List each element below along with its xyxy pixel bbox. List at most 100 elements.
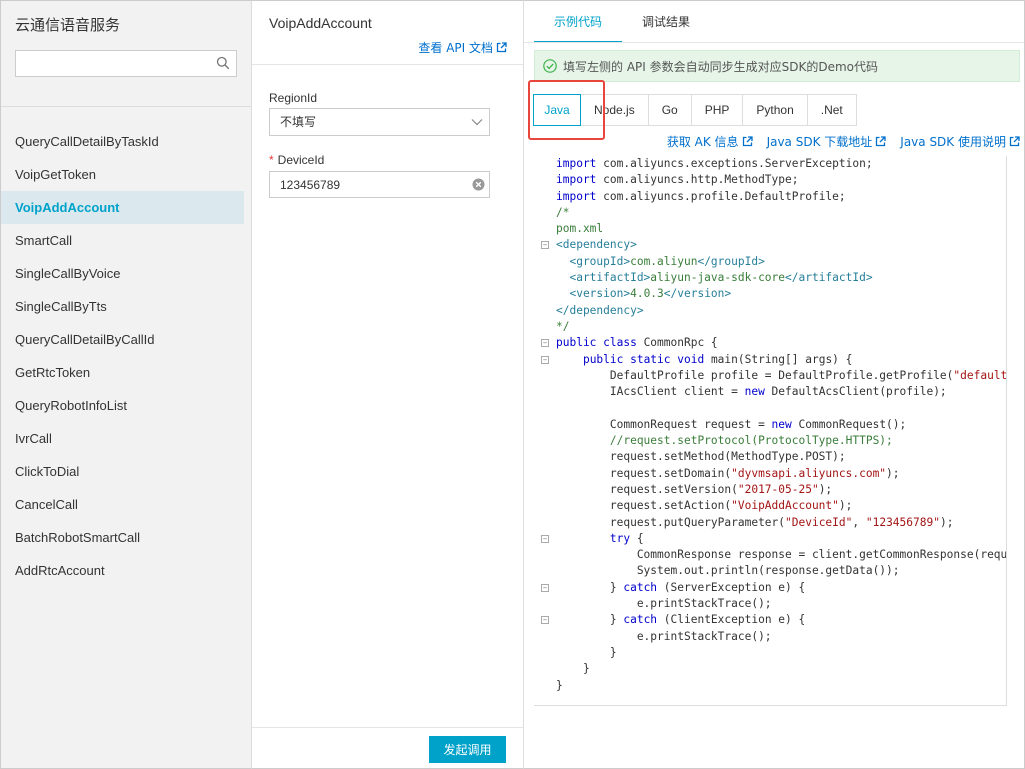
code-line: e.printStackTrace(); — [534, 596, 1006, 612]
code-line: import com.aliyuncs.profile.DefaultProfi… — [534, 189, 1006, 205]
code-token: CommonRequest(); — [791, 417, 907, 431]
code-token: System.out.println(response.getData()); — [556, 564, 900, 578]
code-token: aliyun-java-sdk-core — [650, 271, 786, 285]
code-token: "default" — [953, 368, 1007, 382]
sidebar-item-voipaddaccount[interactable]: VoipAddAccount — [1, 191, 244, 224]
fold-toggle-icon[interactable]: − — [541, 339, 549, 348]
sidebar-item-voipgettoken[interactable]: VoipGetToken — [1, 158, 244, 191]
code-line: request.setAction("VoipAddAccount"); — [534, 498, 1006, 514]
sidebar-item-smartcall[interactable]: SmartCall — [1, 224, 244, 257]
sdk-guide-link-label: Java SDK 使用说明 — [900, 135, 1006, 149]
code-token: } — [556, 580, 624, 594]
code-token: */ — [556, 319, 570, 333]
code-line: − public class CommonRpc { — [534, 335, 1006, 351]
sidebar-item-addrtcaccount[interactable]: AddRtcAccount — [1, 554, 244, 587]
search-icon[interactable] — [216, 56, 230, 70]
code-token: public static void — [582, 352, 705, 366]
code-token: (ClientException e) { — [657, 613, 806, 627]
sidebar-item-queryrobotinfolist[interactable]: QueryRobotInfoList — [1, 389, 244, 422]
code-line: </dependency> — [534, 303, 1006, 319]
sidebar-item-cancelcall[interactable]: CancelCall — [1, 488, 244, 521]
tab-debug-result[interactable]: 调试结果 — [622, 1, 710, 43]
lang-tab-go[interactable]: Go — [647, 94, 692, 126]
chevron-down-icon — [471, 119, 483, 126]
lang-tab-dotnet[interactable]: .Net — [806, 94, 857, 126]
code-token: } — [556, 678, 563, 692]
code-token: import — [556, 157, 597, 170]
code-line: request.setMethod(MethodType.POST); — [534, 449, 1006, 465]
fold-toggle-icon[interactable]: − — [541, 616, 549, 625]
code-token: ); — [838, 499, 853, 513]
code-token: catch — [623, 580, 658, 594]
code-token: /* — [556, 205, 570, 219]
fold-toggle-icon[interactable]: − — [541, 534, 549, 543]
code-token: { — [630, 531, 644, 545]
code-token: <version> — [556, 287, 631, 301]
code-token: ); — [939, 515, 954, 529]
sidebar-item-clicktodial[interactable]: ClickToDial — [1, 455, 244, 488]
code-token: </version> — [663, 287, 732, 301]
clear-icon[interactable] — [472, 178, 485, 191]
api-doc-link[interactable]: 查看 API 文档 — [418, 39, 507, 56]
api-list: QueryCallDetailByTaskId VoipGetToken Voi… — [1, 125, 244, 587]
fold-toggle-icon[interactable]: − — [541, 583, 549, 592]
device-label-text: DeviceId — [277, 153, 325, 167]
device-field[interactable] — [269, 171, 490, 198]
code-token: CommonRequest request = — [556, 417, 772, 431]
submit-call-button[interactable]: 发起调用 — [429, 736, 506, 763]
get-ak-link[interactable]: 获取 AK 信息 — [667, 133, 753, 150]
code-token: com.aliyuncs.http.MethodType; — [596, 173, 799, 187]
sync-notice-text: 填写左侧的 API 参数会自动同步生成对应SDK的Demo代码 — [563, 59, 878, 74]
code-token: , — [852, 515, 866, 529]
code-token: "VoipAddAccount" — [731, 499, 839, 513]
external-link-icon — [876, 136, 886, 147]
code-token: "123456789" — [865, 515, 940, 529]
code-line: /* — [534, 205, 1006, 221]
code-token: ); — [818, 482, 833, 496]
sidebar-item-batchrobotsmartcall[interactable]: BatchRobotSmartCall — [1, 521, 244, 554]
api-title: VoipAddAccount — [269, 15, 372, 31]
code-token: <artifactId> — [556, 271, 651, 285]
fold-toggle-icon[interactable]: − — [541, 355, 549, 364]
code-token: catch — [623, 613, 658, 627]
device-label: * DeviceId — [269, 153, 324, 167]
sidebar-item-querycalldetailbytaskid[interactable]: QueryCallDetailByTaskId — [1, 125, 244, 158]
sidebar-item-ivrcall[interactable]: IvrCall — [1, 422, 244, 455]
search-box[interactable] — [15, 50, 237, 77]
tab-sample-code[interactable]: 示例代码 — [534, 1, 623, 43]
code-token: CommonResponse response = client.getComm… — [556, 548, 1007, 562]
sidebar-item-querycalldetailbycallid[interactable]: QueryCallDetailByCallId — [1, 323, 244, 356]
check-circle-icon — [543, 59, 557, 73]
lang-tab-nodejs[interactable]: Node.js — [580, 94, 649, 126]
sdk-guide-link[interactable]: Java SDK 使用说明 — [900, 133, 1020, 150]
get-ak-link-label: 获取 AK 信息 — [666, 135, 739, 149]
fold-toggle-icon[interactable]: − — [541, 241, 549, 250]
search-input[interactable] — [16, 51, 212, 76]
code-token: com.aliyuncs.exceptions.ServerException; — [596, 157, 873, 170]
sidebar-item-getrtctoken[interactable]: GetRtcToken — [1, 356, 244, 389]
code-token: <groupId> — [556, 254, 631, 268]
lang-tab-php[interactable]: PHP — [690, 94, 744, 126]
region-select[interactable]: 不填写 — [269, 108, 490, 136]
code-line: DefaultProfile profile = DefaultProfile.… — [534, 368, 1006, 384]
sdk-download-link-label: Java SDK 下载地址 — [766, 135, 873, 149]
tabs-divider — [524, 42, 1024, 43]
code-line: <groupId>com.aliyun</groupId> — [534, 254, 1006, 270]
code-token: com.aliyuncs.profile.DefaultProfile; — [596, 189, 846, 203]
code-token: "2017-05-25" — [737, 482, 819, 496]
code-line: import com.aliyuncs.http.MethodType; — [534, 172, 1006, 188]
code-token: try — [609, 531, 631, 545]
sync-notice: 填写左侧的 API 参数会自动同步生成对应SDK的Demo代码 — [534, 50, 1020, 82]
sdk-download-link[interactable]: Java SDK 下载地址 — [767, 133, 887, 150]
lang-tab-python[interactable]: Python — [742, 94, 808, 126]
sidebar-item-singlecallbyvoice[interactable]: SingleCallByVoice — [1, 257, 244, 290]
code-token: </artifactId> — [785, 271, 873, 285]
sidebar-item-singlecallbytts[interactable]: SingleCallByTts — [1, 290, 244, 323]
device-input[interactable] — [270, 172, 460, 197]
sidebar: 云通信语音服务 QueryCallDetailByTaskId VoipGetT… — [0, 0, 252, 769]
external-link-icon — [496, 42, 507, 53]
code-editor[interactable]: import com.aliyuncs.exceptions.ServerExc… — [534, 156, 1007, 706]
lang-tab-java[interactable]: Java — [533, 94, 581, 126]
